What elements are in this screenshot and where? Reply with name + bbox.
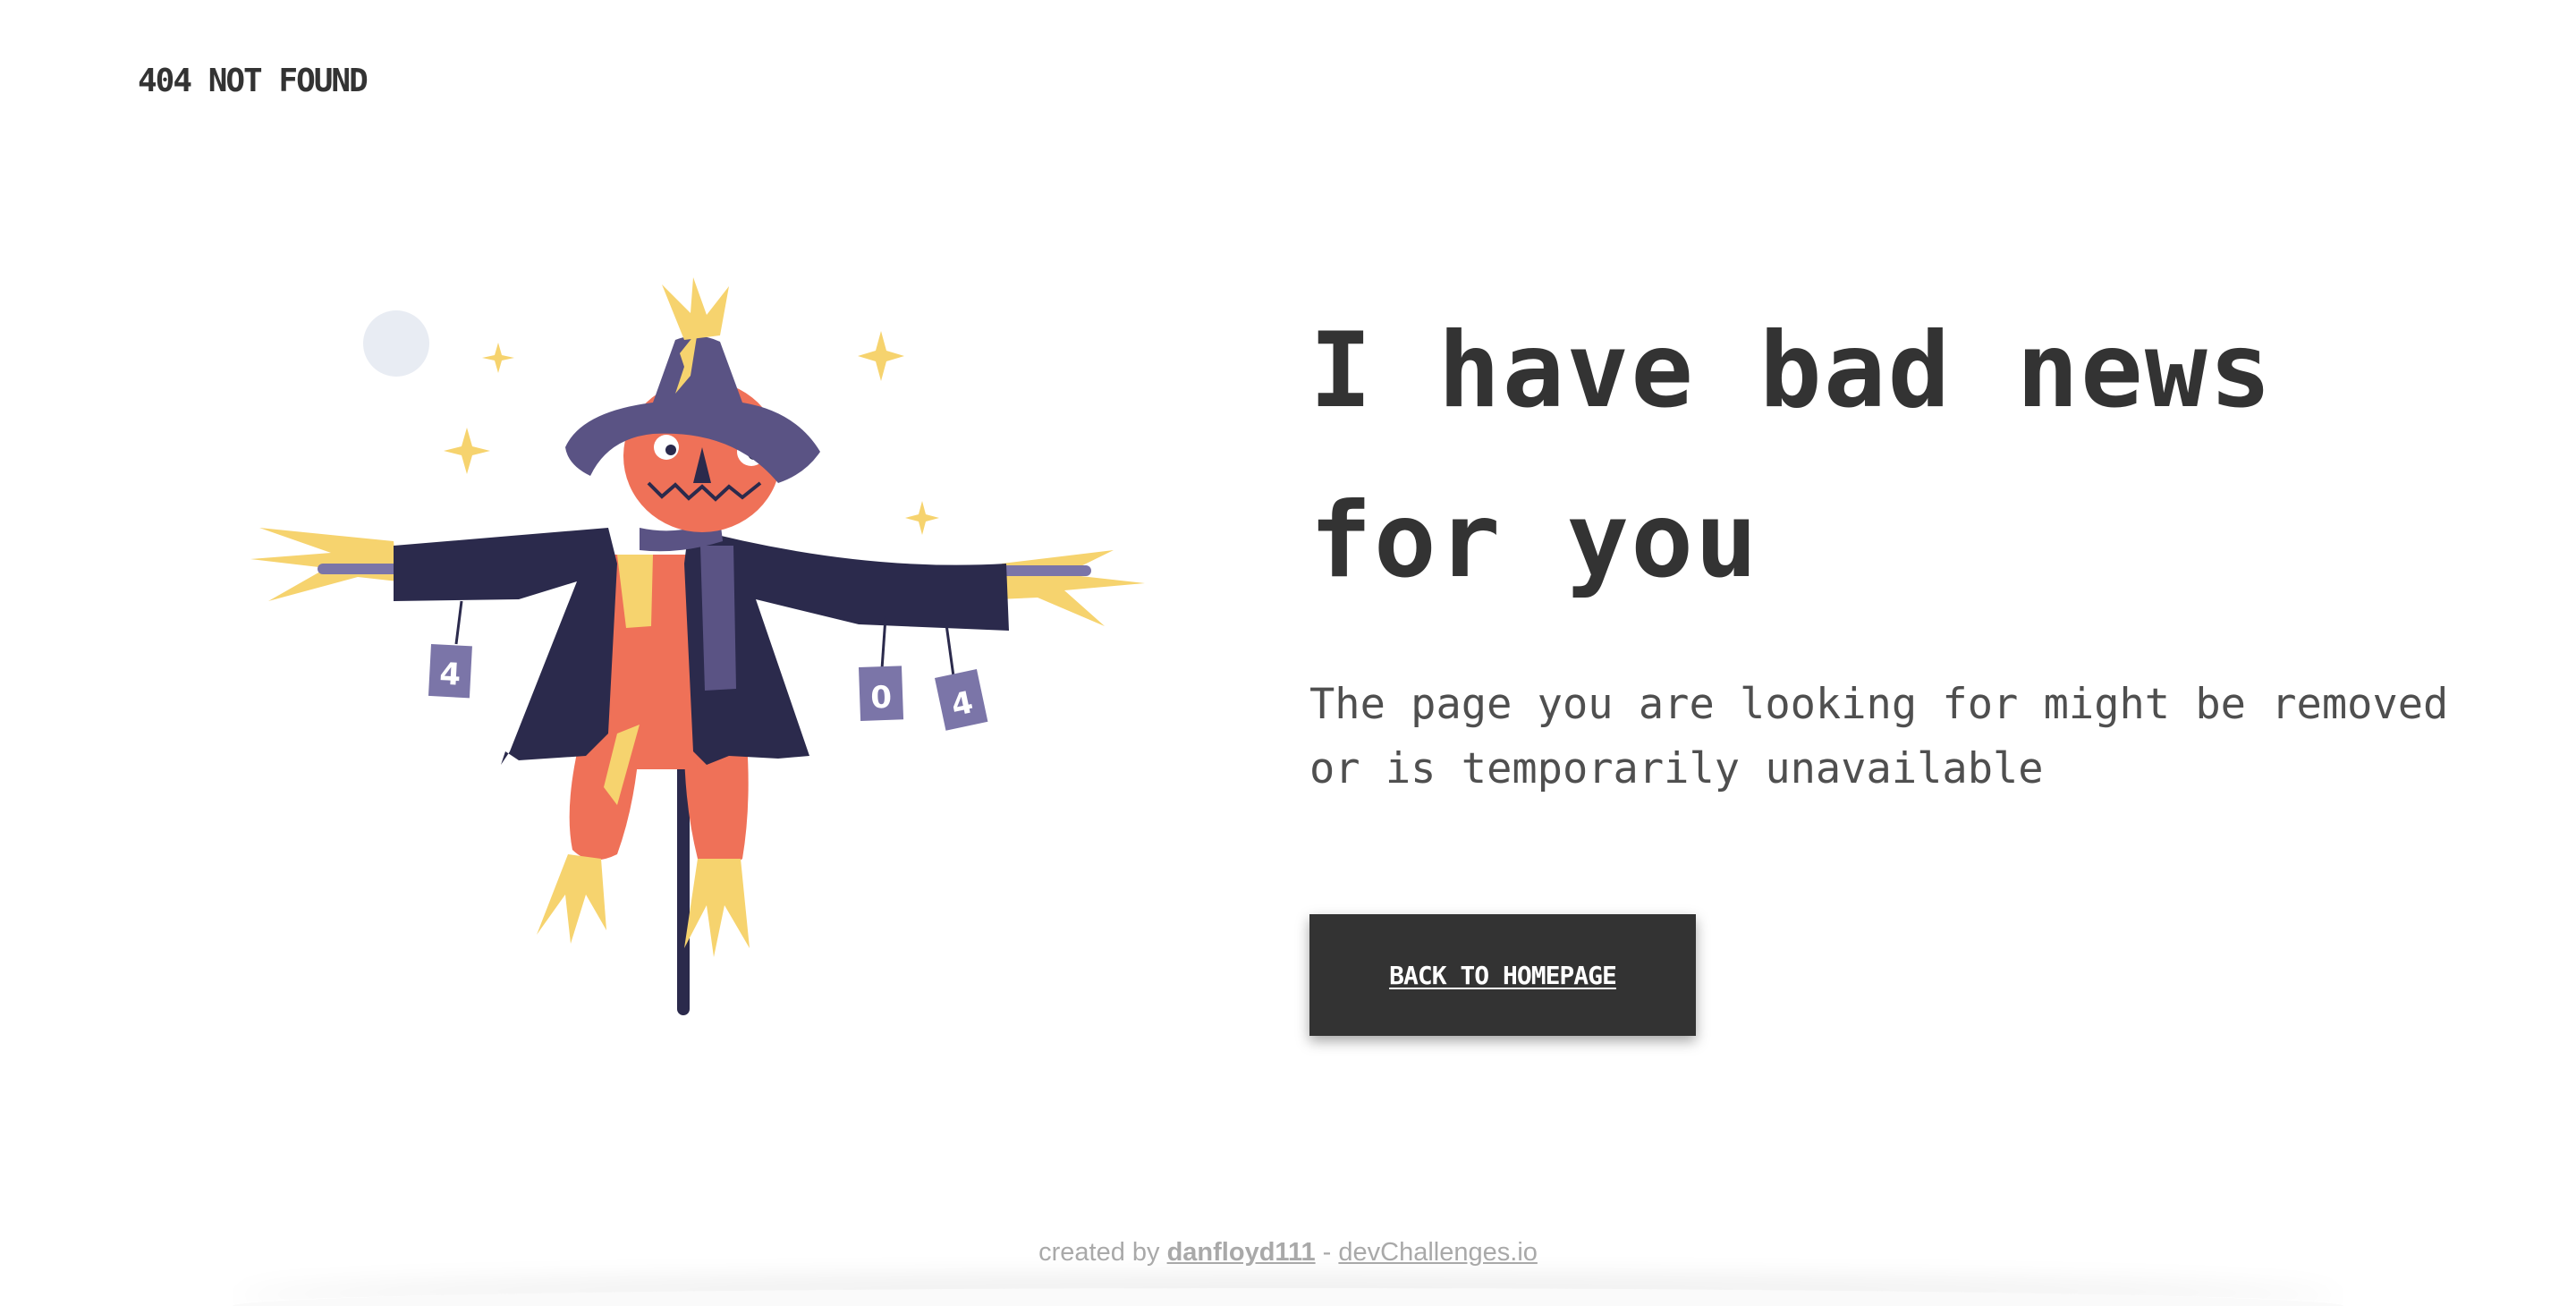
- can-right: 4: [935, 669, 988, 731]
- can-label-1: 4: [438, 657, 462, 693]
- can-left: 4: [428, 644, 472, 699]
- straw-right: [997, 550, 1145, 626]
- error-message: The page you are looking for might be re…: [1309, 680, 2449, 793]
- author-link[interactable]: danfloyd111: [1167, 1238, 1316, 1267]
- footer-separator: -: [1322, 1238, 1332, 1267]
- footer-credit: created by danfloyd111 - devChallenges.i…: [0, 1238, 2576, 1268]
- page-headline: I have bad news for you: [1309, 310, 2274, 601]
- footer-shadow: [233, 1288, 2343, 1306]
- devchallenges-link[interactable]: devChallenges.io: [1338, 1238, 1537, 1267]
- can-label-2: 0: [870, 680, 893, 717]
- coat: [394, 528, 617, 765]
- footer-prefix: created by: [1038, 1238, 1160, 1267]
- can-middle: 0: [859, 666, 904, 721]
- back-to-homepage-button[interactable]: BACK TO HOMEPAGE: [1309, 914, 1696, 1036]
- scarecrow-illustration: 4 0 4: [250, 277, 1145, 1015]
- moon-icon: [363, 310, 429, 377]
- brand-logo[interactable]: 404 NOT FOUND: [138, 63, 369, 99]
